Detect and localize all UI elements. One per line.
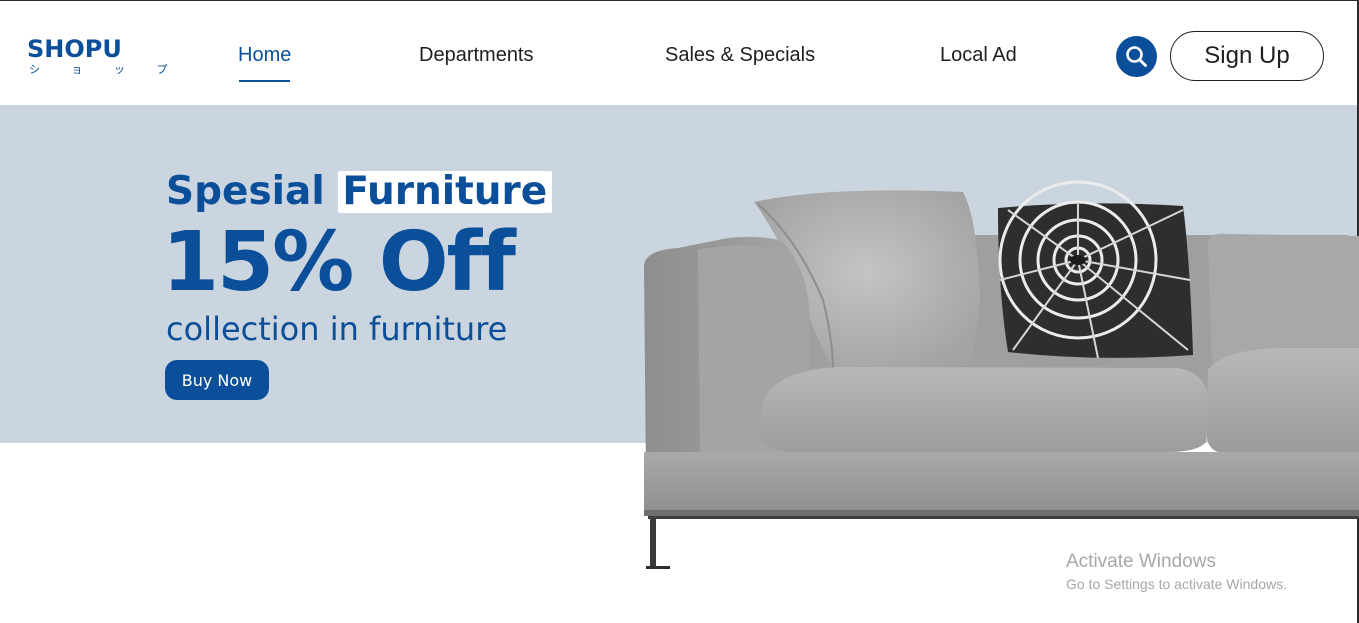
search-icon <box>1126 46 1147 67</box>
logo-subtitle: シ ョ ッ プ <box>29 63 182 76</box>
hero-discount: 15% Off <box>162 215 516 310</box>
hero-headline-highlight: Furniture <box>338 171 553 213</box>
sofa-image <box>644 180 1359 569</box>
logo[interactable]: SHOPU シ ョ ッ プ <box>27 36 182 77</box>
nav-item-home[interactable]: Home <box>238 44 291 66</box>
nav-item-local-ad[interactable]: Local Ad <box>940 44 1017 66</box>
activate-windows-title: Activate Windows <box>1066 551 1216 572</box>
hero-headline-prefix: Spesial <box>166 169 325 214</box>
logo-name: SHOPU <box>27 35 122 63</box>
buy-now-button[interactable]: Buy Now <box>165 360 269 400</box>
nav-item-departments[interactable]: Departments <box>419 44 534 66</box>
activate-windows-watermark: Activate Windows Go to Settings to activ… <box>1066 551 1287 594</box>
site-header: SHOPU シ ョ ッ プ Home Departments Sales & S… <box>0 1 1357 105</box>
search-button[interactable] <box>1116 36 1157 77</box>
nav-active-underline <box>239 80 290 82</box>
sign-up-button[interactable]: Sign Up <box>1170 31 1324 81</box>
activate-windows-subtitle: Go to Settings to activate Windows. <box>1066 576 1287 592</box>
hero-headline: Spesial Furniture <box>166 169 553 214</box>
hero-subline: collection in furniture <box>166 310 508 348</box>
nav-item-sales-specials[interactable]: Sales & Specials <box>665 44 815 66</box>
